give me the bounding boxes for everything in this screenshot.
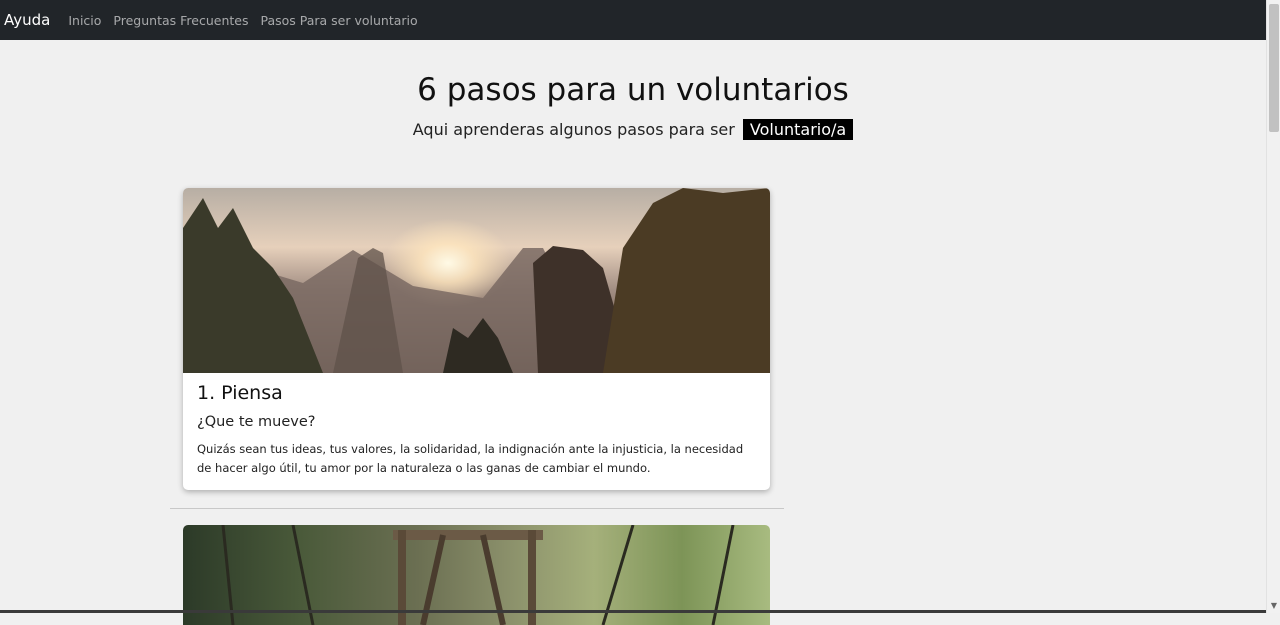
- subtitle-highlight: Voluntario/a: [742, 119, 854, 140]
- scroll-down-arrow-icon[interactable]: ▼: [1267, 601, 1280, 611]
- section-divider: [170, 508, 784, 509]
- mountain-forest-illustration: [183, 188, 770, 373]
- nav-link-preguntas-frecuentes[interactable]: Preguntas Frecuentes: [113, 13, 248, 28]
- vertical-scrollbar[interactable]: ▼: [1266, 0, 1280, 613]
- card-title: 1. Piensa: [197, 382, 283, 404]
- subtitle-text: Aqui aprenderas algunos pasos para ser: [412, 120, 735, 139]
- nav-link-pasos-voluntario[interactable]: Pasos Para ser voluntario: [260, 13, 417, 28]
- page-subtitle: Aqui aprenderas algunos pasos para ser V…: [0, 119, 1266, 140]
- card-image-mountain-sunset: [183, 188, 770, 373]
- scrollbar-thumb[interactable]: [1269, 4, 1279, 132]
- card-subtitle: ¿Que te mueve?: [197, 414, 316, 430]
- top-navbar: Ayuda Inicio Preguntas Frecuentes Pasos …: [0, 0, 1266, 40]
- card-text: Quizás sean tus ideas, tus valores, la s…: [197, 442, 744, 475]
- card-body: 1. Piensa ¿Que te mueve? Quizás sean tus…: [197, 382, 757, 478]
- page-title: 6 pasos para un voluntarios: [417, 72, 849, 108]
- nav-link-inicio[interactable]: Inicio: [68, 13, 101, 28]
- brand-link[interactable]: Ayuda: [4, 11, 50, 29]
- step-card: 1. Piensa ¿Que te mueve? Quizás sean tus…: [183, 188, 770, 490]
